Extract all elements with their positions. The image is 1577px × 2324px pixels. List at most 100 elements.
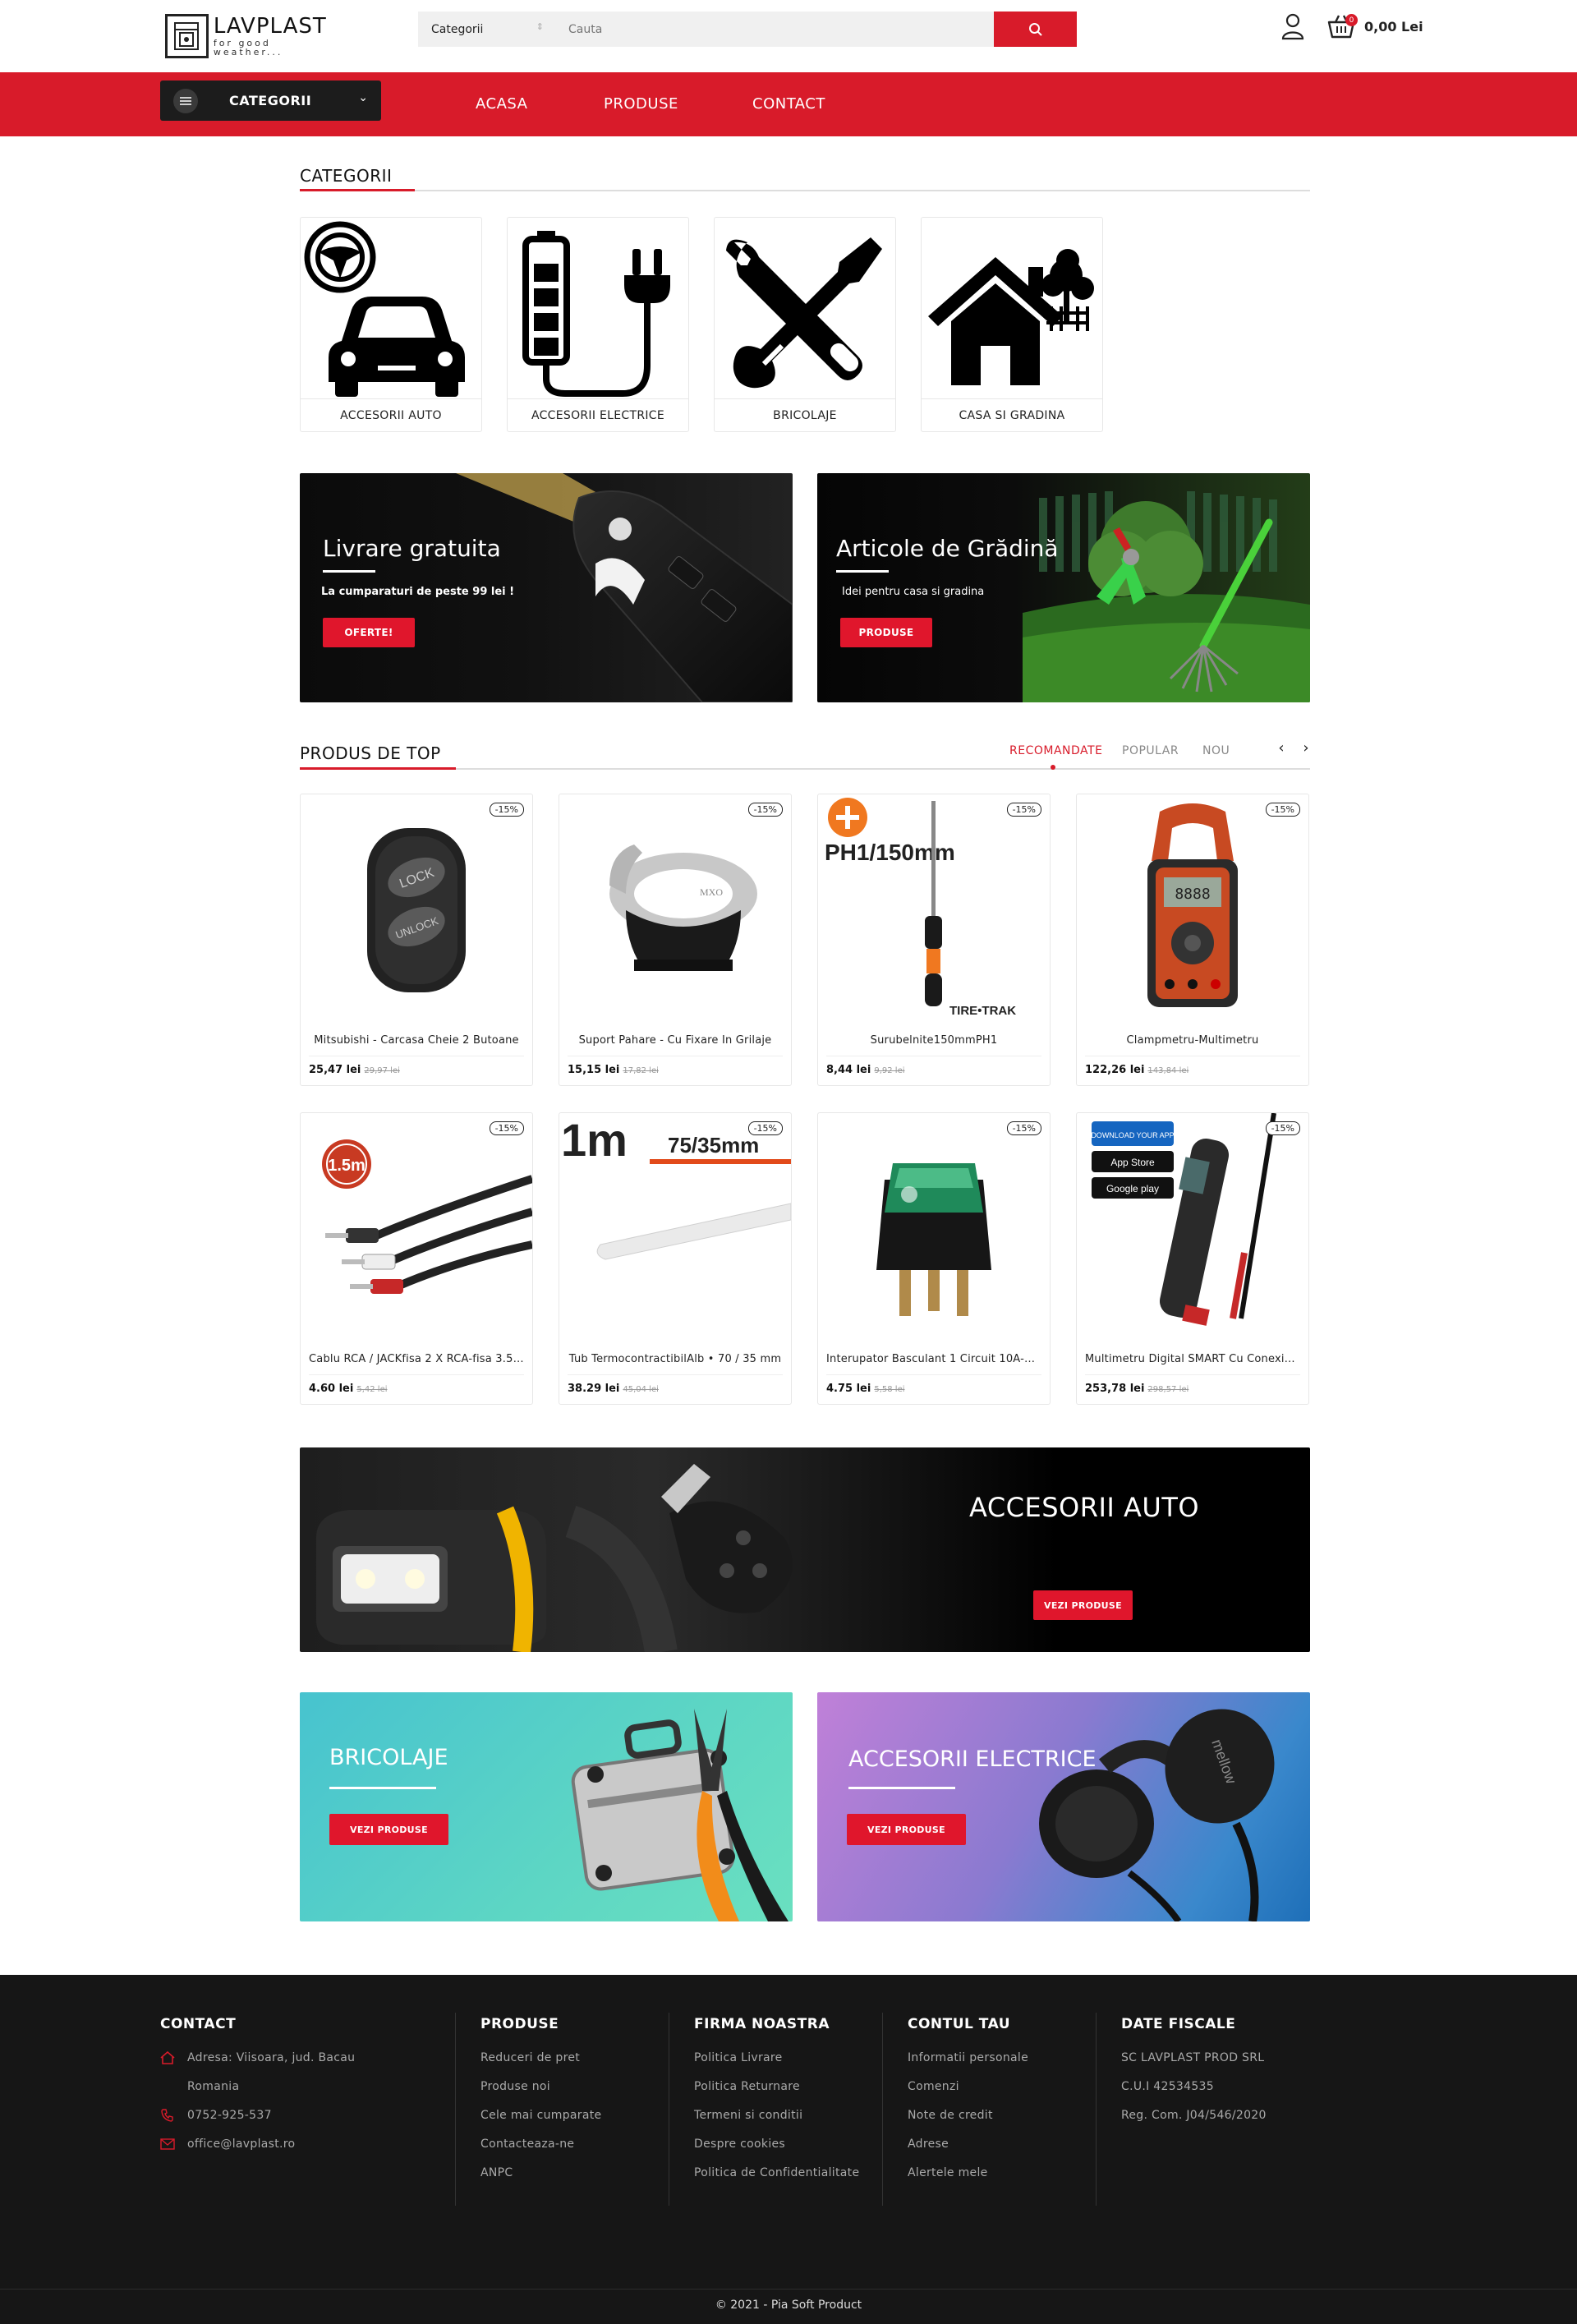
logo-tagline: for good weather... [213, 38, 283, 58]
section-title-underline [300, 189, 415, 191]
category-tile-casa-si-gradina[interactable]: CASA SI GRADINA [921, 217, 1103, 432]
banner-accesorii-electrice[interactable]: mellow ACCESORII ELECTRICE VEZI PRODUSE [817, 1692, 1310, 1921]
tube-length-label: 1m [561, 1114, 628, 1166]
banner-subtitle: La cumparaturi de peste 99 lei ! [321, 586, 515, 598]
chevron-left-icon[interactable]: ‹ [1271, 738, 1291, 757]
current-price: 38.29 lei [568, 1383, 620, 1395]
product-image-cup-holder: MXO [559, 794, 791, 1026]
product-name[interactable]: Clampmetru-Multimetru [1085, 1034, 1300, 1047]
search-input[interactable] [554, 12, 994, 47]
product-name[interactable]: Tub TermocontractibilAlb • 70 / 35 mm [568, 1353, 783, 1365]
discount-badge: -15% [747, 1121, 783, 1135]
product-name[interactable]: Multimetru Digital SMART Cu Conexiune [1085, 1353, 1300, 1365]
product-name[interactable]: Suport Pahare - Cu Fixare In Grilaje [568, 1034, 783, 1047]
footer-link[interactable]: Comenzi [908, 2080, 959, 2093]
promo-banner-livrare[interactable]: Livrare gratuita La cumparaturi de peste… [300, 473, 793, 702]
top-header: LAVPLAST for good weather... Categorii ⇕… [0, 0, 1577, 72]
site-logo[interactable]: LAVPLAST for good weather... [165, 13, 343, 59]
hamburger-icon [173, 88, 198, 113]
nav-link-contact[interactable]: CONTACT [752, 95, 825, 113]
categories-menu-button[interactable]: CATEGORII ⌄ [160, 81, 381, 121]
promo-banner-gradina[interactable]: Articole de Grădină Idei pentru casa si … [817, 473, 1310, 702]
product-name[interactable]: Mitsubishi - Carcasa Cheie 2 Butoane [309, 1034, 524, 1047]
footer-email[interactable]: office@lavplast.ro [187, 2138, 295, 2151]
footer-link[interactable]: Note de credit [908, 2109, 993, 2122]
footer-link[interactable]: Contacteaza-ne [480, 2138, 574, 2151]
vezi-produse-button[interactable]: VEZI PRODUSE [847, 1814, 966, 1845]
mail-icon [160, 2138, 175, 2150]
product-price: 8,44 lei 9,92 lei [826, 1064, 905, 1076]
card-separator [568, 1374, 783, 1375]
footer-link[interactable]: Produse noi [480, 2080, 550, 2093]
footer-fiscal-line: C.U.I 42534535 [1121, 2080, 1214, 2093]
search-button[interactable] [994, 12, 1077, 47]
product-card[interactable]: DOWNLOAD YOUR APP App Store Google play … [1076, 1112, 1309, 1405]
product-price: 4.60 lei 5,42 lei [309, 1383, 388, 1395]
discount-badge: -15% [489, 803, 524, 817]
footer-link[interactable]: Termeni si conditii [694, 2109, 802, 2122]
product-card[interactable]: 8888 -15% Clampmetru-Multimetru 122,26 l… [1076, 794, 1309, 1086]
footer-link[interactable]: Cele mai cumparate [480, 2109, 601, 2122]
active-tab-dot [1051, 765, 1055, 770]
vezi-produse-button[interactable]: VEZI PRODUSE [329, 1814, 448, 1845]
footer-link[interactable]: Politica de Confidentialitate [694, 2166, 859, 2179]
tab-popular[interactable]: POPULAR [1122, 744, 1179, 757]
user-account-icon[interactable] [1280, 12, 1305, 40]
banner-title: BRICOLAJE [329, 1745, 448, 1770]
tab-recomandate[interactable]: RECOMANDATE [1009, 744, 1102, 757]
nav-link-acasa[interactable]: ACASA [476, 95, 527, 113]
footer-link[interactable]: ANPC [480, 2166, 513, 2179]
product-image-screwdriver: PH1/150mm TIRE•TRAK [818, 794, 1050, 1026]
cart-total: 0,00 Lei [1364, 18, 1423, 35]
category-tile-label: ACCESORII ELECTRICE [508, 398, 688, 431]
current-price: 253,78 lei [1085, 1383, 1145, 1395]
product-card[interactable]: 1.5m -15% Cablu RCA / JACKfisa 2 X RCA-f… [300, 1112, 533, 1405]
banner-bricolaje[interactable]: BRICOLAJE VEZI PRODUSE [300, 1692, 793, 1921]
footer-link[interactable]: Politica Returnare [694, 2080, 800, 2093]
main-navbar: CATEGORII ⌄ ACASA PRODUSE CONTACT [0, 72, 1577, 136]
oferte-button[interactable]: OFERTE! [323, 618, 415, 647]
chevron-right-icon[interactable]: › [1296, 738, 1316, 757]
nav-link-produse[interactable]: PRODUSE [604, 95, 678, 113]
toolbox-pliers-image [571, 1709, 788, 1921]
section-title-underline [300, 767, 456, 770]
product-price: 4.75 lei 5,58 lei [826, 1383, 905, 1395]
footer-link[interactable]: Adrese [908, 2138, 949, 2151]
product-name[interactable]: Interupator Basculant 1 Circuit 10A-250V [826, 1353, 1041, 1365]
footer-phone[interactable]: 0752-925-537 [187, 2109, 272, 2122]
cart-button[interactable]: 0 0,00 Lei [1326, 12, 1423, 41]
old-price: 5,42 lei [356, 1385, 388, 1394]
category-tile-accesorii-auto[interactable]: ACCESORII AUTO [300, 217, 482, 432]
svg-text:8888: 8888 [1175, 886, 1210, 903]
search-category-select[interactable]: Categorii ⇕ [418, 12, 554, 47]
banner-accesorii-auto[interactable]: ACCESORII AUTO VEZI PRODUSE [300, 1447, 1310, 1652]
footer-cont-title: CONTUL TAU [908, 2016, 1011, 2032]
product-card[interactable]: LOCK UNLOCK -15% Mitsubishi - Carcasa Ch… [300, 794, 533, 1086]
category-tile-accesorii-electrice[interactable]: ACCESORII ELECTRICE [507, 217, 689, 432]
category-tile-bricolaje[interactable]: BRICOLAJE [714, 217, 896, 432]
footer-produse-title: PRODUSE [480, 2016, 559, 2032]
banner-title: ACCESORII ELECTRICE [848, 1746, 1097, 1772]
footer-link[interactable]: Alertele mele [908, 2166, 988, 2179]
footer-fiscal-line: SC LAVPLAST PROD SRL [1121, 2051, 1265, 2064]
footer-link[interactable]: Reduceri de pret [480, 2051, 580, 2064]
product-card[interactable]: 1m 75/35mm -15% Tub TermocontractibilAlb… [559, 1112, 792, 1405]
product-price: 253,78 lei 298,57 lei [1085, 1383, 1188, 1395]
footer-link[interactable]: Informatii personale [908, 2051, 1028, 2064]
product-card[interactable]: -15% Interupator Basculant 1 Circuit 10A… [817, 1112, 1051, 1405]
headlamp-key-image [316, 1464, 793, 1652]
product-card[interactable]: MXO -15% Suport Pahare - Cu Fixare In Gr… [559, 794, 792, 1086]
old-price: 29,97 lei [364, 1066, 400, 1075]
banner-title: Articole de Grădină [836, 535, 1059, 562]
search-category-label: Categorii [431, 22, 484, 36]
product-name[interactable]: Cablu RCA / JACKfisa 2 X RCA-fisa 3.5mm [309, 1353, 524, 1365]
tab-nou[interactable]: NOU [1202, 744, 1230, 757]
product-card[interactable]: PH1/150mm TIRE•TRAK -15% Surubelnite150m… [817, 794, 1051, 1086]
produse-button[interactable]: PRODUSE [840, 618, 932, 647]
footer-link[interactable]: Politica Livrare [694, 2051, 783, 2064]
search-icon [1028, 22, 1042, 36]
product-name[interactable]: Surubelnite150mmPH1 [826, 1034, 1041, 1047]
app-store-badge: App Store [1110, 1157, 1155, 1168]
vezi-produse-button[interactable]: VEZI PRODUSE [1033, 1590, 1133, 1620]
footer-link[interactable]: Despre cookies [694, 2138, 785, 2151]
